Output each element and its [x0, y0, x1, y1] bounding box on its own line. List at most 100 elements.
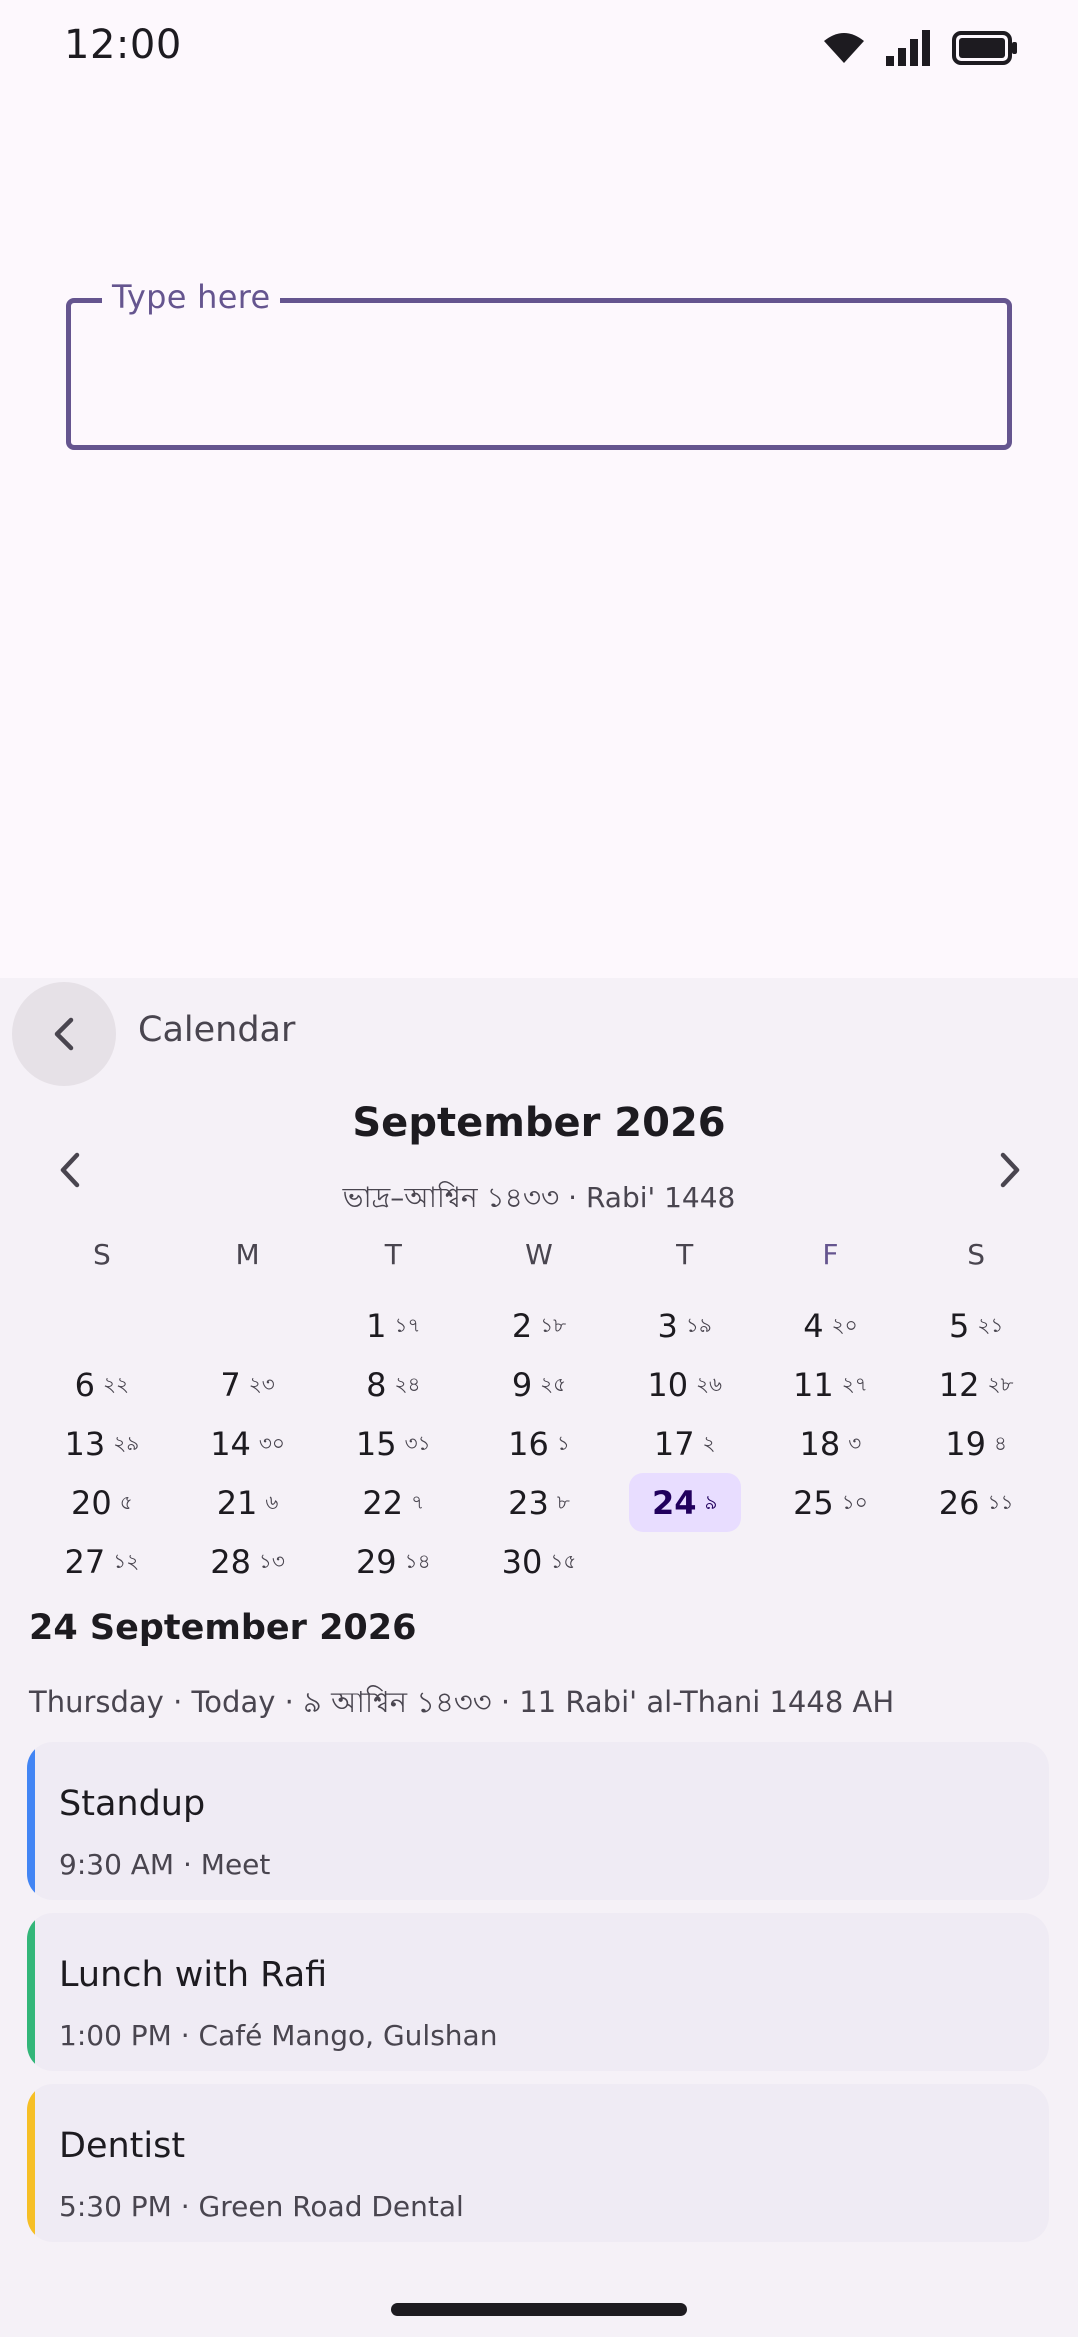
event-title: Lunch with Rafi	[59, 1955, 328, 1995]
event-color-bar	[27, 2084, 35, 2242]
next-month-button[interactable]	[975, 1135, 1045, 1205]
day-number: 27	[64, 1542, 106, 1581]
day-cell[interactable]: 28 ১৩	[192, 1532, 304, 1591]
day-number: 8	[366, 1365, 387, 1404]
day-cell[interactable]: 3 ১৯	[629, 1296, 741, 1355]
day-cell[interactable]: 1 ১৭	[337, 1296, 449, 1355]
event-color-bar	[27, 1742, 35, 1900]
weekday-label: S	[967, 1238, 986, 1271]
day-number: 29	[355, 1542, 397, 1581]
back-button[interactable]	[12, 982, 116, 1086]
bengali-day-number: ২৫	[540, 1372, 567, 1396]
day-cell[interactable]: 4 ২০	[775, 1296, 887, 1355]
previous-month-button[interactable]	[35, 1135, 105, 1205]
day-number: 25	[793, 1483, 834, 1522]
selected-date-meta: Thursday · Today · ৯ আশ্বিন ১৪৩৩ · 11 Ra…	[29, 1685, 895, 1719]
day-cell[interactable]: 11 ২৭	[775, 1355, 887, 1414]
day-number: 14	[210, 1424, 251, 1463]
day-number: 24	[651, 1483, 697, 1522]
day-cell[interactable]: 5 ২১	[920, 1296, 1032, 1355]
bengali-day-number: ২২	[103, 1372, 130, 1396]
day-cell[interactable]: 21 ৬	[192, 1473, 304, 1532]
day-cell[interactable]: 12 ২৮	[920, 1355, 1032, 1414]
event-card[interactable]: Standup 9:30 AM · Meet	[27, 1742, 1049, 1900]
day-cell[interactable]: 23 ৮	[483, 1473, 595, 1532]
bengali-day-number: ২	[702, 1431, 716, 1455]
bengali-day-number: ১২	[113, 1549, 140, 1573]
text-input-field[interactable]	[66, 298, 1012, 450]
bengali-day-number: ১০	[841, 1490, 868, 1514]
day-cell[interactable]: 14 ৩০	[192, 1414, 304, 1473]
day-cell[interactable]: 2 ১৮	[483, 1296, 595, 1355]
day-number: 5	[948, 1306, 970, 1345]
bengali-day-number: ৭	[411, 1490, 425, 1514]
weekday-label: W	[525, 1238, 553, 1271]
day-cell[interactable]: 19 ৪	[920, 1414, 1032, 1473]
weekday-label: S	[92, 1238, 111, 1271]
bengali-day-number: ৯	[704, 1490, 718, 1514]
day-cell[interactable]: 20 ৫	[46, 1473, 158, 1532]
day-cell[interactable]: 7 ২৩	[192, 1355, 304, 1414]
selected-date-title: 24 September 2026	[29, 1608, 417, 1648]
day-cell[interactable]: 6 ২২	[46, 1355, 158, 1414]
bengali-day-number: ১৯	[685, 1313, 712, 1337]
day-cell-selected[interactable]: 24 ৯	[628, 1473, 741, 1532]
bengali-day-number: ২৯	[113, 1431, 140, 1455]
bengali-day-number: ২৮	[987, 1372, 1014, 1396]
text-input[interactable]	[71, 303, 1007, 445]
chevron-left-icon	[54, 1017, 74, 1051]
day-number: 20	[71, 1483, 112, 1522]
sheet-title: Calendar	[138, 1010, 296, 1050]
day-cell[interactable]: 18 ৩	[775, 1414, 887, 1473]
day-number: 2	[511, 1306, 533, 1345]
bengali-day-number: ৮	[556, 1490, 570, 1514]
weekday-header: S M T W T F S	[29, 1238, 1049, 1282]
day-cell[interactable]: 13 ২৯	[46, 1414, 158, 1473]
day-number: 15	[355, 1424, 397, 1463]
day-number: 9	[511, 1365, 533, 1404]
event-card[interactable]: Lunch with Rafi 1:00 PM · Café Mango, Gu…	[27, 1913, 1049, 2071]
chevron-left-icon	[60, 1152, 80, 1188]
day-number: 1	[366, 1306, 387, 1345]
day-cell[interactable]: 30 ১৫	[483, 1532, 595, 1591]
status-time: 12:00	[64, 22, 182, 68]
day-cell[interactable]: 15 ৩১	[337, 1414, 449, 1473]
event-card[interactable]: Dentist 5:30 PM · Green Road Dental	[27, 2084, 1049, 2242]
day-cell[interactable]: 10 ২৬	[629, 1355, 741, 1414]
day-number: 21	[216, 1483, 258, 1522]
bengali-day-number: ৩১	[404, 1431, 431, 1455]
day-cell[interactable]: 26 ১১	[920, 1473, 1032, 1532]
day-number: 11	[793, 1365, 834, 1404]
bengali-day-number: ১৮	[540, 1313, 567, 1337]
day-number: 6	[74, 1365, 96, 1404]
bengali-day-number: ২১	[977, 1313, 1004, 1337]
day-cell[interactable]: 27 ১২	[46, 1532, 158, 1591]
bengali-day-number: ৪	[994, 1431, 1007, 1455]
bengali-day-number: ৩০	[258, 1431, 285, 1455]
bengali-day-number: ১৫	[550, 1549, 577, 1573]
bengali-day-number: ১৭	[394, 1313, 421, 1337]
event-title: Dentist	[59, 2126, 186, 2166]
day-number: 7	[220, 1365, 241, 1404]
day-cell[interactable]: 22 ৭	[337, 1473, 449, 1532]
day-number: 13	[64, 1424, 106, 1463]
month-subtitle: ভাদ্র–আশ্বিন ১৪৩৩ · Rabi' 1448	[342, 1181, 736, 1214]
day-number: 28	[210, 1542, 251, 1581]
status-bar: 12:00	[0, 0, 1078, 96]
day-cell[interactable]: 9 ২৫	[483, 1355, 595, 1414]
calendar-grid: 1 ১৭ 2 ১৮ 3 ১৯ 4 ২০ 5 ২১ 6 ২২ 7 ২৩ 8 ২৪ 9 ২৫ 10 ২৬ 11 ২৭ 12 ২৮ 1…	[29, 1296, 1049, 1591]
event-subtitle: 5:30 PM · Green Road Dental	[59, 2190, 464, 2223]
text-input-label: Type here	[102, 278, 281, 316]
day-cell[interactable]: 29 ১৪	[337, 1532, 449, 1591]
day-number: 30	[501, 1542, 543, 1581]
day-cell[interactable]: 25 ১০	[775, 1473, 887, 1532]
day-cell[interactable]: 8 ২৪	[337, 1355, 449, 1414]
day-number: 26	[938, 1483, 980, 1522]
day-number: 22	[362, 1483, 404, 1522]
bengali-day-number: ৫	[119, 1490, 133, 1514]
day-cell[interactable]: 16 ১	[483, 1414, 595, 1473]
day-cell[interactable]: 17 ২	[629, 1414, 741, 1473]
weekday-label: F	[822, 1238, 839, 1271]
weekday-label: M	[235, 1238, 260, 1271]
day-number: 16	[508, 1424, 549, 1463]
